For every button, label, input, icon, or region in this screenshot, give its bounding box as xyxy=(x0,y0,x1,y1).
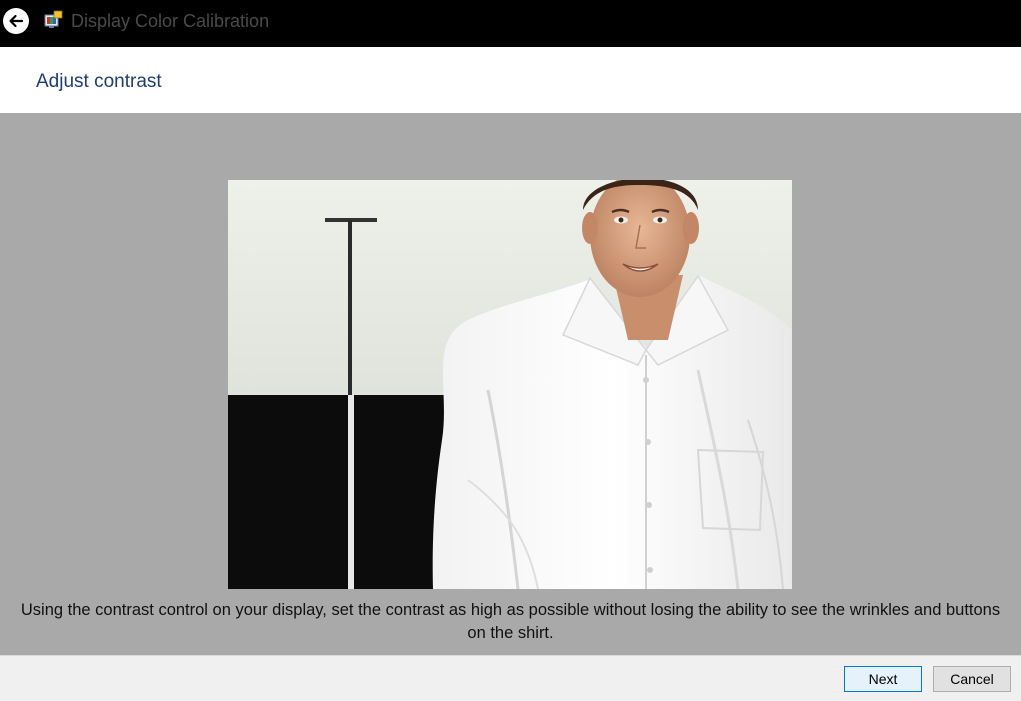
instruction-text: Using the contrast control on your displ… xyxy=(20,601,1001,642)
title-bar: Display Color Calibration xyxy=(0,0,1021,47)
page-title: Adjust contrast xyxy=(36,71,162,92)
content-area: Using the contrast control on your displ… xyxy=(0,113,1021,655)
page-header: Adjust contrast xyxy=(0,47,1021,113)
calibration-photo xyxy=(228,180,792,589)
calibration-window: Display Color Calibration Adjust contras… xyxy=(0,0,1021,701)
next-button[interactable]: Next xyxy=(844,666,922,692)
back-arrow-icon xyxy=(9,14,24,28)
window-title: Display Color Calibration xyxy=(71,11,270,31)
footer-bar: Next Cancel xyxy=(0,655,1021,701)
display-color-calibration-icon xyxy=(44,10,63,28)
back-button[interactable] xyxy=(3,8,29,34)
cancel-button[interactable]: Cancel xyxy=(933,666,1011,692)
calibration-photo-image xyxy=(228,180,792,589)
